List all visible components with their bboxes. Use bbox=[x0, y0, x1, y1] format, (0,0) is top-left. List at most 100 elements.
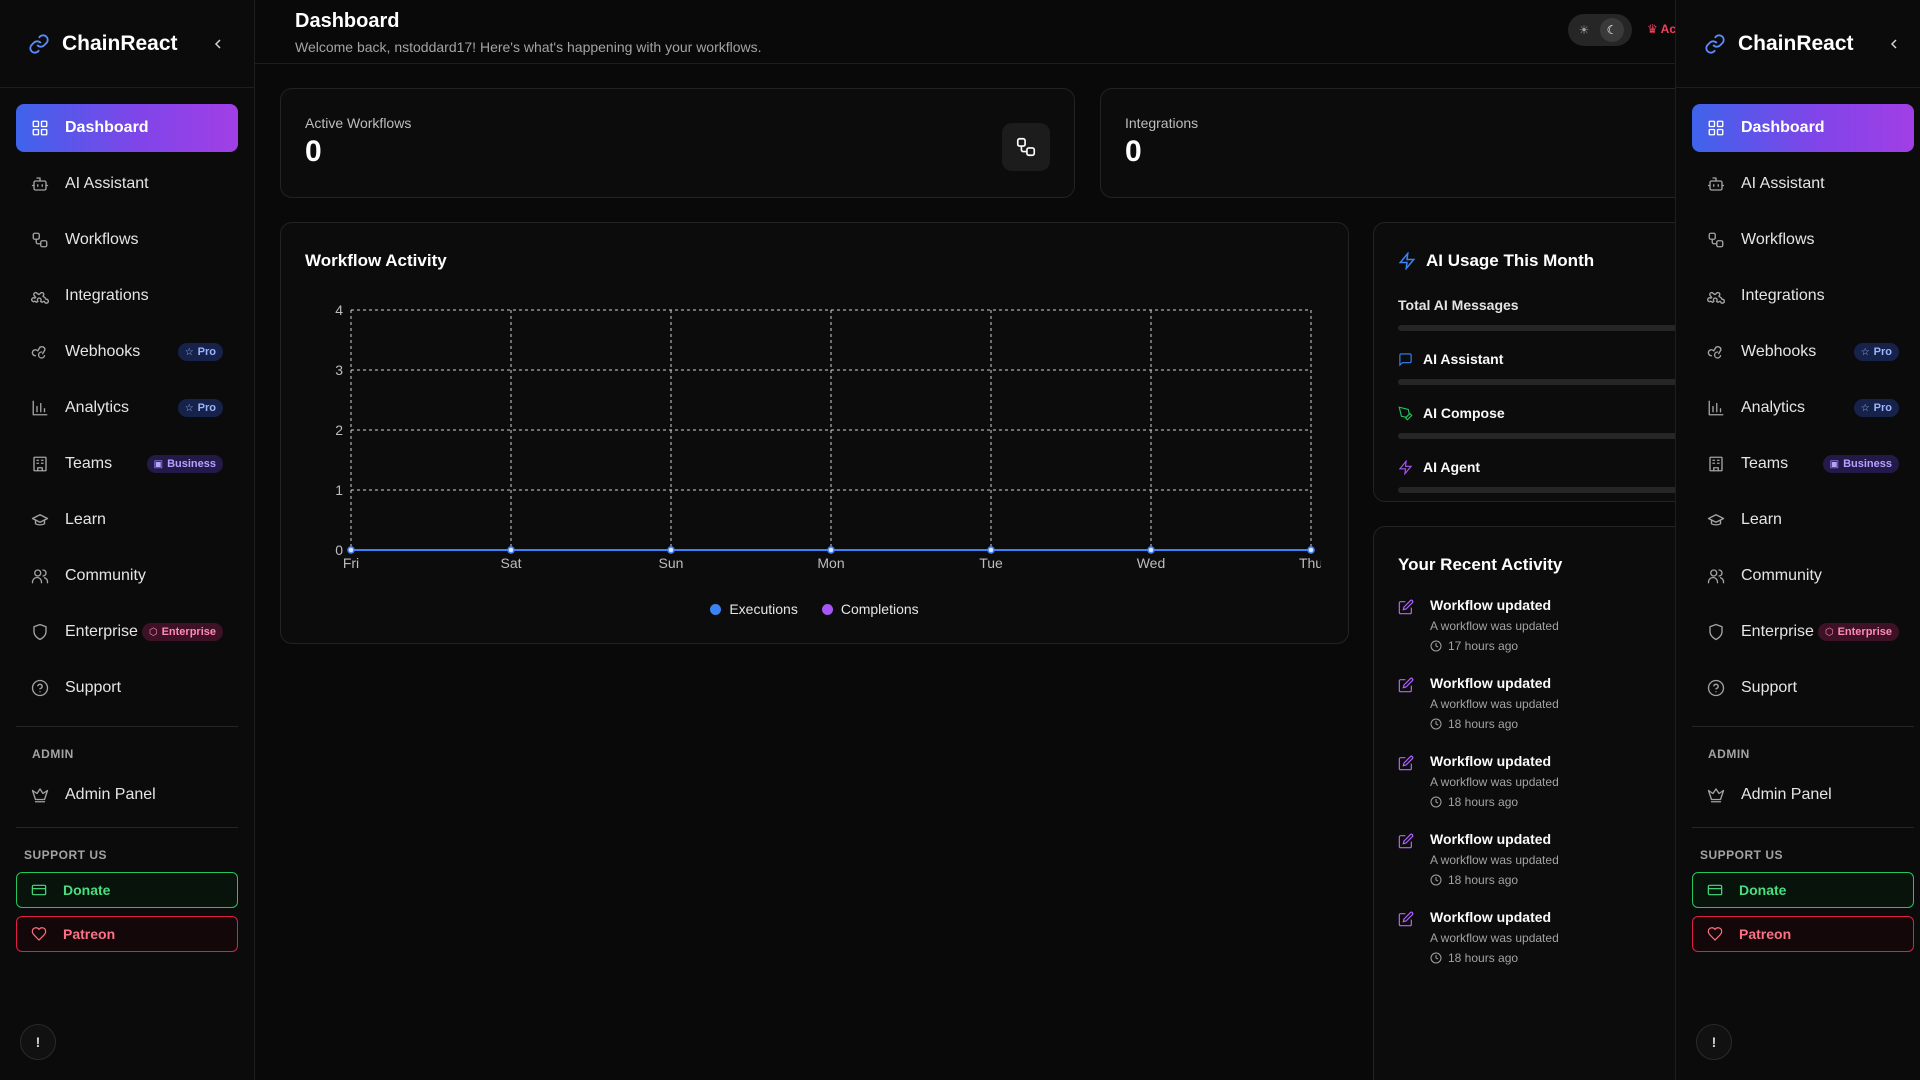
chevron-left-icon[interactable] bbox=[1886, 36, 1902, 52]
donate-label: Donate bbox=[63, 882, 111, 898]
enterprise-badge: ⬡ Enterprise bbox=[141, 623, 223, 641]
activity-item[interactable]: Workflow updated A workflow was updated 18… bbox=[1398, 675, 1675, 731]
stat-label: Active Workflows bbox=[305, 115, 412, 131]
puzzle-icon bbox=[1707, 287, 1725, 305]
sidebar-item-webhooks[interactable]: Webhooks ☆ Pro bbox=[1692, 328, 1914, 376]
activity-item[interactable]: Workflow updated A workflow was updated 18… bbox=[1398, 831, 1675, 887]
alert-button[interactable]: ! bbox=[1696, 1024, 1732, 1060]
sidebar-item-label: Enterprise bbox=[1741, 623, 1814, 640]
x-tick-label: Mon bbox=[817, 555, 844, 571]
sidebar-item-integrations[interactable]: Integrations bbox=[1692, 272, 1914, 320]
bar-chart-icon bbox=[1707, 399, 1725, 417]
usage-row-label: AI Agent bbox=[1423, 459, 1481, 475]
data-point-executions bbox=[667, 546, 675, 554]
donate-button[interactable]: Donate bbox=[1692, 872, 1914, 908]
chevron-left-icon[interactable] bbox=[210, 36, 226, 52]
sidebar-item-ai-assistant[interactable]: AI Assistant bbox=[1692, 160, 1914, 208]
legend-dot bbox=[710, 603, 722, 615]
help-circle-icon bbox=[1707, 679, 1725, 697]
sidebar-item-admin-panel[interactable]: Admin Panel bbox=[1692, 771, 1914, 819]
sidebar-item-learn[interactable]: Learn bbox=[16, 496, 238, 544]
webhook-icon bbox=[31, 343, 49, 361]
sidebar-item-analytics[interactable]: Analytics ☆ Pro bbox=[1692, 384, 1914, 432]
sidebar-item-learn[interactable]: Learn bbox=[1692, 496, 1914, 544]
building-icon bbox=[31, 455, 49, 473]
sidebar-item-ai-assistant[interactable]: AI Assistant bbox=[16, 160, 238, 208]
active-workflows-card: Active Workflows 0 bbox=[280, 88, 1075, 198]
sidebar-item-community[interactable]: Community bbox=[16, 552, 238, 600]
legend-item-completions[interactable]: Completions bbox=[821, 601, 919, 617]
sidebar-item-dashboard[interactable]: Dashboard bbox=[16, 104, 238, 152]
sidebar-item-webhooks[interactable]: Webhooks ☆ Pro bbox=[16, 328, 238, 376]
activity-title: Workflow updated bbox=[1430, 909, 1552, 925]
activity-time-label: 17 hours ago bbox=[1448, 639, 1519, 653]
sidebar-item-label: Enterprise bbox=[65, 623, 138, 640]
legend-item-executions[interactable]: Executions bbox=[710, 601, 798, 617]
pen-icon bbox=[1398, 405, 1413, 421]
credit-card-icon bbox=[1707, 882, 1723, 898]
sidebar-item-enterprise[interactable]: Enterprise ⬡ Enterprise bbox=[1692, 608, 1914, 656]
sidebar-item-label: Webhooks bbox=[65, 343, 141, 360]
sidebar-item-community[interactable]: Community bbox=[1692, 552, 1914, 600]
bot-icon bbox=[1707, 175, 1725, 193]
usage-row-ai-compose: AI Compose bbox=[1398, 405, 1675, 421]
activity-description: A workflow was updated bbox=[1430, 775, 1559, 789]
page-title: Dashboard bbox=[295, 10, 400, 32]
data-point-executions bbox=[1147, 546, 1155, 554]
badge-label: Pro bbox=[1873, 346, 1892, 358]
workflow-activity-card: Workflow Activity 0 1 2 3 4 Fri Sat Sun Mon Tue We… bbox=[280, 222, 1349, 644]
recent-activity-title: Your Recent Activity bbox=[1398, 555, 1563, 574]
sidebar-item-workflows[interactable]: Workflows bbox=[1692, 216, 1914, 264]
alert-button[interactable]: ! bbox=[20, 1024, 56, 1060]
help-circle-icon bbox=[31, 679, 49, 697]
y-tick-label: 4 bbox=[335, 302, 343, 318]
sidebar-item-teams[interactable]: Teams ▣ Business bbox=[1692, 440, 1914, 488]
activity-item[interactable]: Workflow updated A workflow was updated 17… bbox=[1398, 597, 1675, 653]
app-logo-text: ChainReact bbox=[62, 31, 178, 55]
data-point-executions bbox=[347, 546, 355, 554]
activity-time: 18 hours ago bbox=[1430, 717, 1559, 731]
usage-row-ai-assistant: AI Assistant bbox=[1398, 351, 1675, 367]
patreon-button[interactable]: Patreon bbox=[1692, 916, 1914, 952]
message-square-icon bbox=[1399, 352, 1412, 366]
activity-item[interactable]: Workflow updated A workflow was updated 18… bbox=[1398, 753, 1675, 809]
building-icon bbox=[1707, 455, 1725, 473]
sidebar-item-label: Dashboard bbox=[1741, 119, 1825, 136]
sidebar-item-analytics[interactable]: Analytics ☆ Pro bbox=[16, 384, 238, 432]
admin-section-label: ADMIN bbox=[32, 747, 74, 761]
crown-icon bbox=[1707, 786, 1725, 804]
zap-icon bbox=[1398, 252, 1416, 270]
theme-toggle[interactable]: ☀ ☾ bbox=[1568, 14, 1632, 46]
sidebar-item-integrations[interactable]: Integrations bbox=[16, 272, 238, 320]
sidebar-item-support[interactable]: Support bbox=[16, 664, 238, 712]
moon-icon[interactable]: ☾ bbox=[1600, 18, 1624, 42]
shield-icon: ⬡ bbox=[148, 626, 158, 638]
sidebar-item-admin-panel[interactable]: Admin Panel bbox=[16, 771, 238, 819]
sidebar-item-workflows[interactable]: Workflows bbox=[16, 216, 238, 264]
activity-description: A workflow was updated bbox=[1430, 931, 1559, 945]
activity-time-label: 18 hours ago bbox=[1448, 795, 1519, 809]
data-point-executions bbox=[987, 546, 995, 554]
admin-chip[interactable]: ♛ Ac bbox=[1647, 22, 1675, 36]
patreon-label: Patreon bbox=[63, 926, 116, 942]
sidebar-item-teams[interactable]: Teams ▣ Business bbox=[16, 440, 238, 488]
patreon-button[interactable]: Patreon bbox=[16, 916, 238, 952]
legend-dot bbox=[821, 603, 833, 615]
badge-label: Enterprise bbox=[1837, 626, 1892, 638]
bar-chart-icon bbox=[31, 399, 49, 417]
sidebar-item-dashboard[interactable]: Dashboard bbox=[1692, 104, 1914, 152]
sun-icon[interactable]: ☀ bbox=[1572, 18, 1596, 42]
sidebar-item-support[interactable]: Support bbox=[1692, 664, 1914, 712]
divider bbox=[1692, 726, 1914, 727]
app-logo-text: ChainReact bbox=[1738, 31, 1854, 55]
sidebar-item-enterprise[interactable]: Enterprise ⬡ Enterprise bbox=[16, 608, 238, 656]
total-ai-messages-bar bbox=[1398, 325, 1675, 331]
business-badge: ▣ Business bbox=[146, 455, 223, 473]
sidebar-item-label: Support bbox=[65, 679, 122, 696]
donate-button[interactable]: Donate bbox=[16, 872, 238, 908]
crown-icon: ♛ bbox=[1647, 22, 1658, 36]
page-header: Dashboard Welcome back, nstoddard17! Her… bbox=[255, 0, 1675, 64]
sidebar-header: ChainReact bbox=[1676, 0, 1920, 88]
badge-label: Pro bbox=[197, 346, 216, 358]
activity-item[interactable]: Workflow updated A workflow was updated 18… bbox=[1398, 909, 1675, 965]
